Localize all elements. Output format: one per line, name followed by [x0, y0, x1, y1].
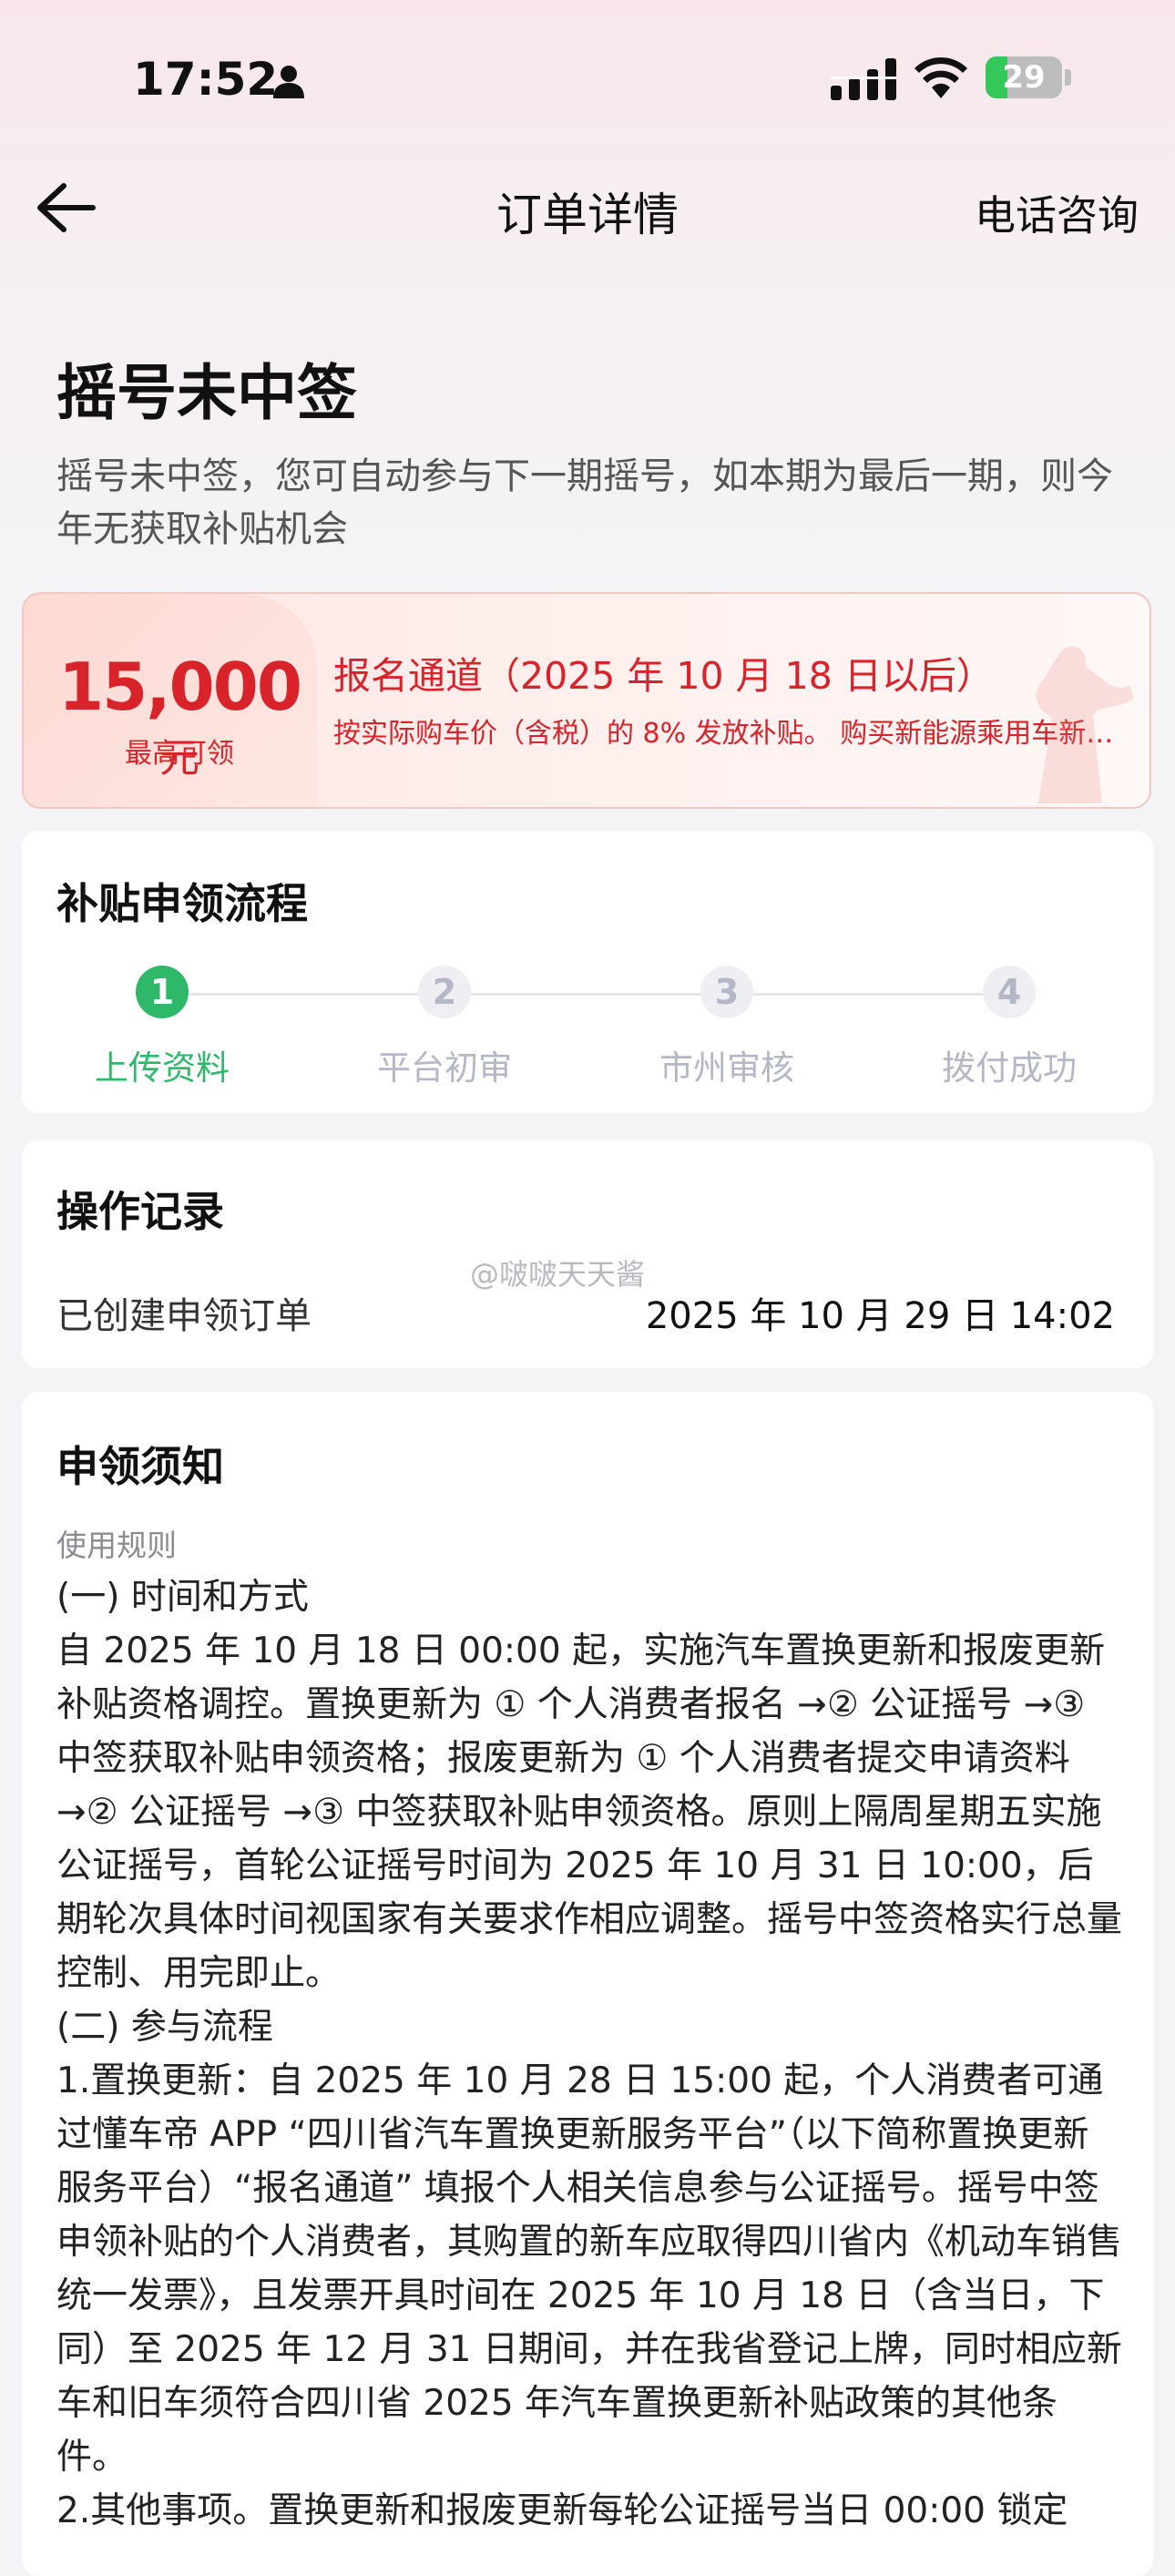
notice-paragraph: (二) 参与流程 [56, 2007, 273, 2048]
step-3-label: 市州审核 [659, 1048, 794, 1088]
step-connector [752, 993, 986, 996]
status-bar: 17:52 29 [0, 0, 1175, 155]
subsidy-amount-value: 15,000 [58, 649, 302, 725]
step-2-label: 平台初审 [377, 1048, 512, 1088]
phone-consult-button[interactable]: 电话咨询 [975, 182, 1139, 241]
order-status-description: 摇号未中签，您可自动参与下一期摇号，如本期为最后一期，则今年无获取补贴机会 [56, 455, 1113, 550]
step-4-label: 拨付成功 [942, 1048, 1077, 1088]
notice-paragraph: 2.其他事项。置换更新和报废更新每轮公证摇号当日 00:00 锁定 [56, 2490, 1068, 2531]
person-icon [273, 66, 304, 98]
record-item-label: 已创建申领订单 [56, 1295, 312, 1337]
step-connector [470, 993, 703, 996]
step-3-indicator: 3 [700, 966, 753, 1018]
order-status-title: 摇号未中签 [56, 358, 357, 428]
weibo-watermark: @啵啵天天酱 [470, 1257, 646, 1292]
notice-title: 申领须知 [56, 1442, 224, 1491]
battery-icon: 29 [986, 56, 1071, 98]
wifi-icon [914, 56, 967, 98]
registration-channel-title: 报名通道（2025 年 10 月 18 日以后） [333, 654, 994, 698]
status-time: 17:52 [133, 53, 279, 106]
rules-label: 使用规则 [56, 1528, 177, 1563]
step-connector [188, 993, 421, 996]
step-1-label: 上传资料 [95, 1048, 230, 1088]
step-1-indicator: 1 [136, 966, 189, 1018]
notice-body: (一) 时间和方式 自 2025 年 10 月 18 日 00:00 起，实施汽… [56, 1570, 1122, 2538]
step-2-indicator: 2 [418, 966, 471, 1018]
notice-paragraph: 自 2025 年 10 月 18 日 00:00 起，实施汽车置换更新和报废更新… [56, 1630, 1123, 1994]
notice-paragraph: 1.置换更新：自 2025 年 10 月 28 日 15:00 起，个人消费者可… [56, 2060, 1123, 2478]
decorative-figure-icon [1036, 646, 1134, 803]
subsidy-amount-label: 最高可领 [125, 738, 234, 770]
process-title: 补贴申领流程 [56, 879, 308, 928]
operation-record-title: 操作记录 [56, 1187, 224, 1236]
subsidy-card[interactable]: 15,000元 最高可领 报名通道（2025 年 10 月 18 日以后） 按实… [22, 592, 1151, 809]
battery-level: 29 [1002, 59, 1046, 96]
record-item-time: 2025 年 10 月 29 日 14:02 [645, 1295, 1115, 1337]
step-4-indicator: 4 [983, 966, 1036, 1018]
signal-icon [831, 58, 896, 100]
notice-paragraph: (一) 时间和方式 [56, 1577, 309, 1618]
